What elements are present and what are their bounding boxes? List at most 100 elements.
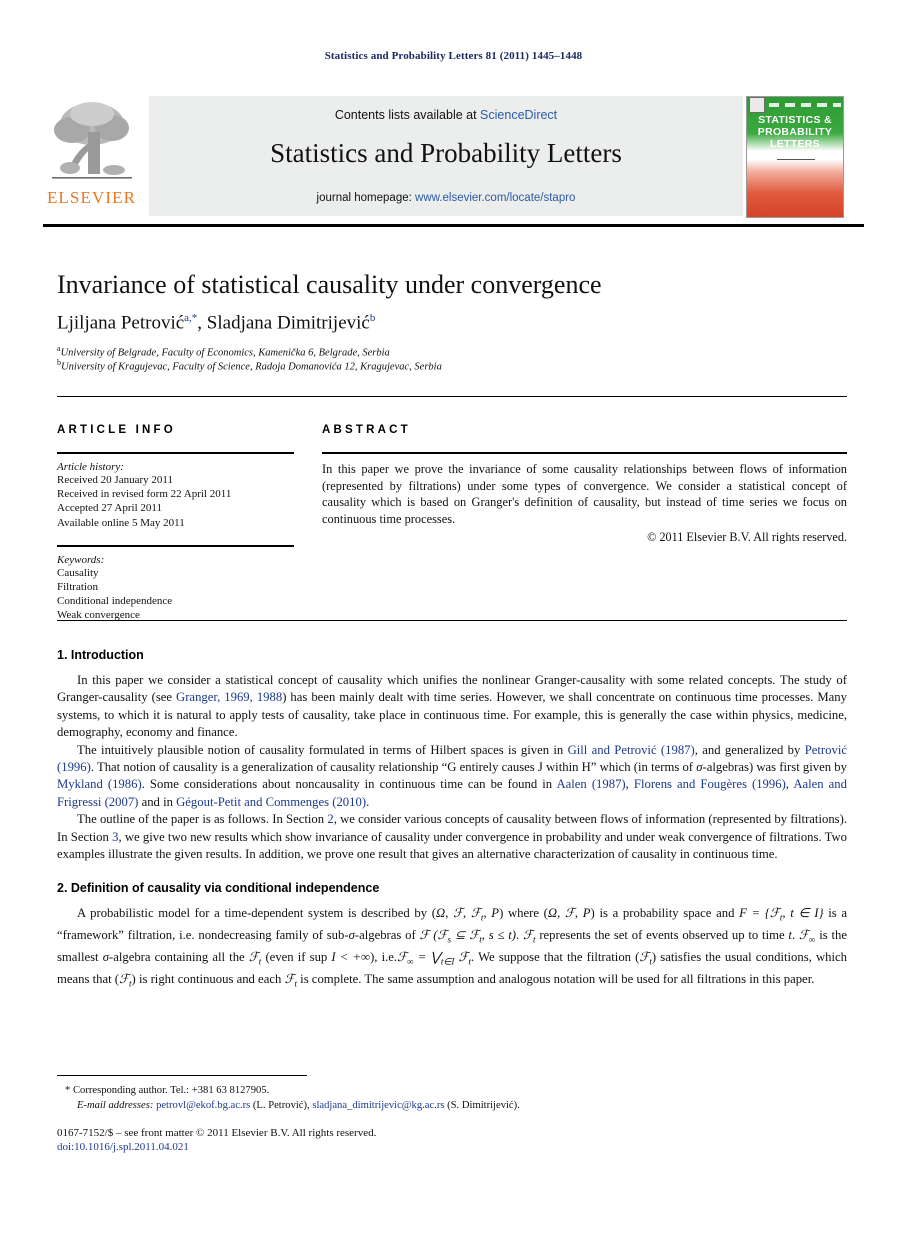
intro-p3-text-c: , we give two new results which show inv… xyxy=(57,829,847,862)
contents-prefix: Contents lists available at xyxy=(334,108,481,122)
affiliation-a-text: University of Belgrade, Faculty of Econo… xyxy=(60,347,390,359)
math-F-1: ℱ xyxy=(453,906,464,921)
abstract-column: In this paper we prove the invariance of… xyxy=(322,452,847,545)
citation-gegout-petit-commenges[interactable]: Gégout-Petit and Commenges (2010) xyxy=(176,795,366,809)
author-separator: , xyxy=(197,312,207,334)
history-accepted: Accepted 27 April 2011 xyxy=(57,502,162,515)
intro-p2-text-e: . Some considerations about noncausality… xyxy=(141,777,557,792)
author-2: Sladjana Dimitrijević xyxy=(206,312,370,334)
contents-available-line: Contents lists available at ScienceDirec… xyxy=(149,108,743,122)
affiliation-b-text: University of Kragujevac, Faculty of Sci… xyxy=(61,361,442,373)
email-owner-1: (L. Petrović), xyxy=(252,1099,310,1111)
math-F-3: ℱ xyxy=(419,928,430,943)
intro-p3-text-a: The outline of the paper is as follows. … xyxy=(77,812,328,827)
intro-paragraph-3: The outline of the paper is as follows. … xyxy=(57,811,847,863)
abstract-copyright: © 2011 Elsevier B.V. All rights reserved… xyxy=(647,530,847,544)
masthead-panel: Contents lists available at ScienceDirec… xyxy=(149,96,743,216)
math-t-1: t xyxy=(788,928,792,943)
author-2-affil-marker: b xyxy=(369,312,376,324)
intro-p2-text-c: . That notion of causality is a generali… xyxy=(90,760,697,775)
masthead-bottom-rule xyxy=(43,224,864,227)
math-Ft-2: ℱt xyxy=(523,928,536,945)
intro-paragraph-1: In this paper we consider a statistical … xyxy=(57,672,847,742)
citation-gill-petrovic[interactable]: Gill and Petrović (1987) xyxy=(568,743,695,757)
email-addresses-label: E-mail addresses: xyxy=(77,1099,154,1111)
affiliation-a: aUniversity of Belgrade, Faculty of Econ… xyxy=(57,344,847,359)
footnote-block: * Corresponding author. Tel.: +381 63 81… xyxy=(57,1084,847,1113)
footnote-rule xyxy=(57,1075,307,1076)
math-F-infinity-2: ℱ∞ xyxy=(397,950,414,967)
history-received: Received 20 January 2011 xyxy=(57,474,173,486)
email-owner-2: (S. Dimitrijević). xyxy=(447,1099,520,1111)
corresponding-author-note: * Corresponding author. Tel.: +381 63 81… xyxy=(57,1084,847,1099)
title-block-rule xyxy=(57,396,847,397)
author-1-affil-marker: a, xyxy=(184,312,192,324)
issn-copyright-line: 0167-7152/$ – see front matter © 2011 El… xyxy=(57,1127,377,1139)
paper-page: Statistics and Probability Letters 81 (2… xyxy=(0,0,907,1238)
email-link-petrovic[interactable]: petrovl@ekof.bg.ac.rs xyxy=(156,1100,250,1111)
def-p1-text-i: (even if sup xyxy=(261,950,332,965)
intro-p2-text-i: . xyxy=(366,794,370,809)
def-p1-text-b: ) where ( xyxy=(499,906,548,921)
author-list: Ljiljana Petrovića,*, Sladjana Dimitrije… xyxy=(57,312,847,334)
section-heading-definition: 2. Definition of causality via condition… xyxy=(57,881,380,896)
doi-link[interactable]: doi:10.1016/j.spl.2011.04.021 xyxy=(57,1140,847,1154)
citation-mykland[interactable]: Mykland (1986) xyxy=(57,777,142,791)
math-omega-1: Ω xyxy=(436,906,446,921)
math-sup-I: I < +∞ xyxy=(331,950,371,965)
publisher-footer: 0167-7152/$ – see front matter © 2011 El… xyxy=(57,1126,847,1154)
def-p1-text-f: represents the set of events observed up… xyxy=(535,928,789,943)
def-p1-text-m: ) is right continuous and each xyxy=(131,972,285,987)
abstract-text: In this paper we prove the invariance of… xyxy=(322,462,847,526)
cover-top-strip xyxy=(749,97,841,113)
math-framework-filtration: F = {ℱt, t ∈ I} xyxy=(739,906,824,923)
citation-aalen[interactable]: Aalen (1987) xyxy=(556,777,625,791)
journal-masthead: ELSEVIER Contents lists available at Sci… xyxy=(43,96,864,220)
citation-florens-fougeres[interactable]: Florens and Fougères (1996) xyxy=(634,777,786,791)
citation-granger[interactable]: Granger, 1969, 1988 xyxy=(176,690,282,704)
email-link-dimitrijevic[interactable]: sladjana_dimitrijevic@kg.ac.rs xyxy=(312,1100,444,1111)
footnote-star-marker: * xyxy=(65,1085,71,1096)
intro-p2-text-f: , xyxy=(625,777,634,792)
journal-cover-thumbnail: STATISTICS & PROBABILITY LETTERS xyxy=(746,96,844,218)
math-Ft-4: ℱt xyxy=(639,950,652,967)
def-p1-text-h: -algebra containing all the xyxy=(108,950,249,965)
intro-p2-text-d: -algebras) was first given by xyxy=(702,760,847,775)
def-p1-text-a: A probabilistic model for a time-depende… xyxy=(77,906,437,921)
def-p1-text-k: . We suppose that the filtration ( xyxy=(471,950,640,965)
section-heading-introduction: 1. Introduction xyxy=(57,648,144,662)
math-F-infinity-1: ℱ∞ xyxy=(798,928,816,945)
math-Ft-3: ℱt xyxy=(248,950,262,967)
elsevier-tree-icon xyxy=(52,102,132,179)
history-revised: Received in revised form 22 April 2011 xyxy=(57,488,232,501)
abstract-block-rule xyxy=(57,620,847,621)
math-P-2: P xyxy=(582,906,591,921)
affiliation-b: bUniversity of Kragujevac, Faculty of Sc… xyxy=(57,358,847,373)
journal-title: Statistics and Probability Letters xyxy=(270,138,622,168)
intro-p2-text-h: and in xyxy=(138,794,177,809)
article-info-heading: ARTICLE INFO xyxy=(57,424,176,436)
sciencedirect-link[interactable]: ScienceDirect xyxy=(480,108,557,122)
running-head: Statistics and Probability Letters 81 (2… xyxy=(324,50,583,62)
intro-p2-text-a: The intuitively plausible notion of caus… xyxy=(77,742,568,757)
cover-divider xyxy=(777,159,815,160)
math-inclusion: (ℱs ⊆ ℱt, s ≤ t) xyxy=(433,928,517,945)
abstract-rule xyxy=(322,452,847,454)
corresponding-author-text: Corresponding author. Tel.: +381 63 8127… xyxy=(72,1085,270,1096)
page-title: Invariance of statistical causality unde… xyxy=(57,270,602,299)
keyword-1: Causality xyxy=(57,566,99,579)
def-p1-text-c: ) is a probability space and xyxy=(590,906,740,921)
elsevier-wordmark: ELSEVIER xyxy=(46,188,137,207)
article-history-label: Article history: xyxy=(57,461,124,473)
journal-homepage-link[interactable]: www.elsevier.com/locate/stapro xyxy=(415,192,575,204)
history-online: Available online 5 May 2011 xyxy=(57,516,185,529)
intro-p2-text-b: , and generalized by xyxy=(694,742,805,757)
math-P-1: P xyxy=(491,906,500,921)
cover-badge-icon xyxy=(749,97,765,113)
cover-header-text-lines xyxy=(769,103,841,107)
def-p1-text-e: -algebras of xyxy=(354,928,420,943)
math-Ft-1: ℱt xyxy=(470,906,484,923)
homepage-prefix: journal homepage: xyxy=(316,192,416,204)
keyword-3: Conditional independence xyxy=(57,595,173,608)
